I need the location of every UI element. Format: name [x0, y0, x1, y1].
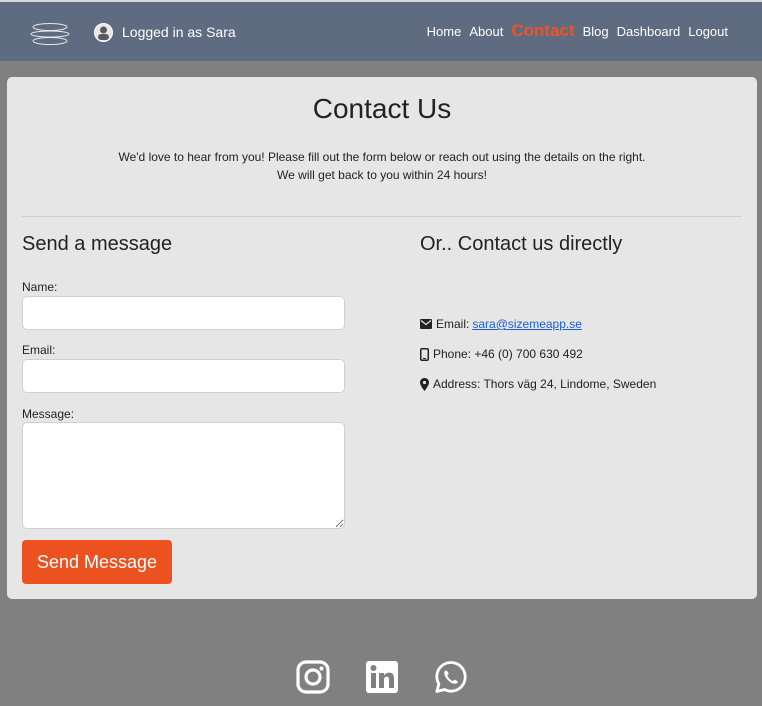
- intro-text: We'd love to hear from you! Please fill …: [7, 148, 757, 184]
- intro-line-2: We will get back to you within 24 hours!: [277, 168, 487, 182]
- map-marker-icon: [420, 377, 429, 391]
- envelope-icon: [420, 319, 432, 329]
- logo-icon[interactable]: [30, 22, 70, 46]
- nav-about[interactable]: About: [469, 24, 503, 39]
- whatsapp-icon[interactable]: [434, 660, 468, 694]
- direct-contact-heading: Or.. Contact us directly: [420, 233, 623, 255]
- avatar[interactable]: [94, 23, 113, 42]
- contact-email-line: Email: sara@sizemeapp.se: [420, 317, 582, 331]
- divider: [22, 216, 742, 217]
- name-input[interactable]: [22, 296, 345, 330]
- intro-line-1: We'd love to hear from you! Please fill …: [118, 150, 646, 164]
- user-avatar-icon: [98, 26, 109, 40]
- nav-logout[interactable]: Logout: [688, 24, 728, 39]
- navbar: Logged in as Sara Home About Contact Blo…: [0, 0, 762, 61]
- name-label: Name:: [22, 280, 58, 294]
- send-message-button[interactable]: Send Message: [22, 540, 172, 584]
- nav-dashboard[interactable]: Dashboard: [617, 24, 681, 39]
- contact-phone-line: Phone: +46 (0) 700 630 492: [420, 347, 583, 361]
- contact-card: Contact Us We'd love to hear from you! P…: [7, 77, 757, 599]
- email-input[interactable]: [22, 359, 345, 393]
- nav-contact[interactable]: Contact: [511, 21, 574, 41]
- nav-home[interactable]: Home: [427, 24, 462, 39]
- linkedin-icon[interactable]: [365, 660, 399, 694]
- instagram-icon[interactable]: [296, 660, 330, 694]
- page-title: Contact Us: [312, 93, 452, 124]
- form-heading: Send a message: [22, 233, 173, 255]
- message-label: Message:: [22, 407, 75, 421]
- mobile-phone-icon: [420, 347, 429, 361]
- email-link[interactable]: sara@sizemeapp.se: [472, 317, 582, 331]
- nav-links: Home About Contact Blog Dashboard Logout: [419, 21, 728, 41]
- contact-address-line: Address: Thors väg 24, Lindome, Sweden: [420, 377, 656, 391]
- phone-text: Phone: +46 (0) 700 630 492: [433, 347, 583, 361]
- nav-blog[interactable]: Blog: [583, 24, 609, 39]
- email-label: Email:: [22, 343, 56, 357]
- address-text: Address: Thors väg 24, Lindome, Sweden: [433, 377, 657, 391]
- logged-in-label: Logged in as Sara: [122, 24, 236, 40]
- message-textarea[interactable]: [22, 422, 345, 529]
- email-label: Email:: [436, 317, 470, 331]
